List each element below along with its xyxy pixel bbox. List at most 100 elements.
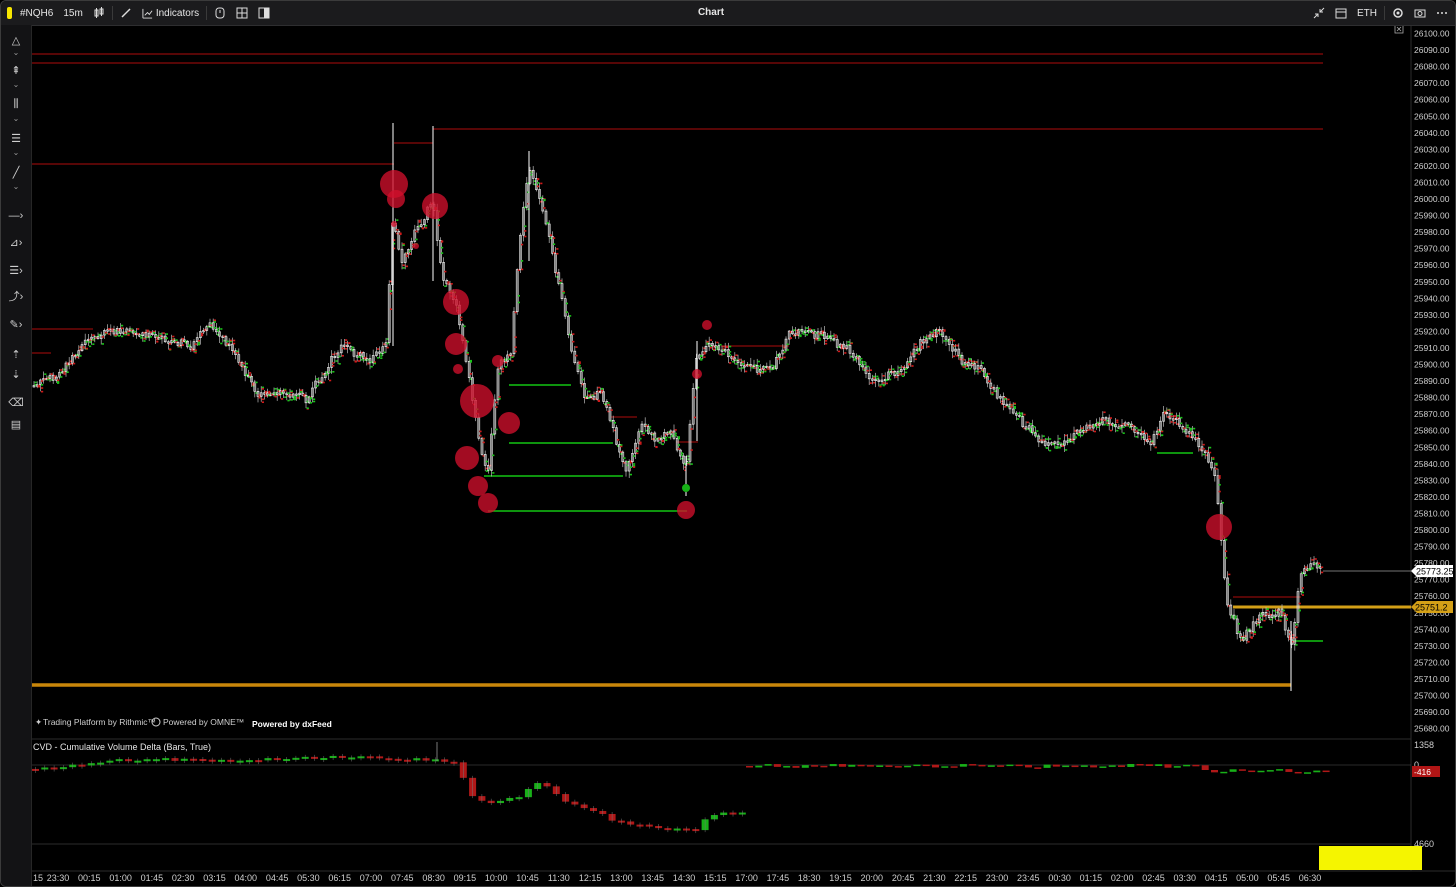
volume-bubble[interactable] (460, 384, 494, 418)
footprint-tick (962, 364, 965, 366)
collapse-icon[interactable] (1308, 1, 1330, 25)
clock-icon[interactable] (209, 1, 231, 25)
volume-bubble[interactable] (443, 289, 469, 315)
session-selector[interactable]: ETH (1352, 1, 1382, 25)
more-icon[interactable] (1431, 1, 1453, 25)
footprint-tick (425, 227, 428, 229)
polygon-icon[interactable]: ⊿› (1, 233, 31, 251)
chart-close-icon[interactable] (1394, 24, 1404, 34)
bars-icon[interactable]: ⫼ (1, 95, 31, 113)
footprint-tick (1093, 425, 1096, 427)
eraser-icon[interactable]: ⌫ (1, 393, 31, 411)
symbol-selector[interactable]: #NQH6 (15, 1, 58, 25)
chart-type-icon[interactable] (88, 1, 110, 25)
volume-bubble[interactable] (498, 412, 520, 434)
footprint-tick (953, 345, 956, 347)
footprint-tick (469, 373, 472, 375)
camera-icon[interactable] (1409, 1, 1431, 25)
footprint-tick (514, 350, 517, 353)
volume-bubble[interactable] (422, 193, 448, 219)
footprint-tick (498, 397, 501, 400)
volume-bubble-green[interactable] (682, 484, 690, 492)
trend-line-icon[interactable]: ╱ (1, 163, 31, 181)
volume-bubble[interactable] (468, 476, 488, 496)
volume-bubble[interactable] (413, 243, 419, 249)
ruler-icon[interactable]: ✎› (1, 315, 31, 333)
footprint-tick (1145, 432, 1148, 435)
footprint-tick (175, 339, 178, 341)
footprint-tick (1004, 398, 1007, 400)
arrange-up-icon[interactable]: ⇡ (1, 345, 31, 363)
footprint-tick (572, 333, 575, 335)
calendar-icon[interactable] (1330, 1, 1352, 25)
chevron-down-icon[interactable]: ⌄ (1, 47, 31, 57)
footprint-tick (274, 395, 277, 398)
indicators-label: Indicators (155, 7, 200, 19)
volume-bubble[interactable] (455, 446, 479, 470)
footprint-tick (1167, 409, 1170, 412)
footprint-tick (812, 329, 815, 331)
price-axis-label: 25870.00 (1414, 409, 1450, 419)
footprint-tick (1218, 475, 1221, 477)
footprint-tick (1282, 612, 1285, 615)
footprint-tick (332, 365, 335, 367)
footprint-tick (1177, 414, 1180, 417)
volume-bubble[interactable] (677, 501, 695, 519)
volume-bubble[interactable] (492, 355, 504, 367)
footprint-tick (943, 330, 946, 332)
settings-gear-icon[interactable] (1387, 1, 1409, 25)
draw-pencil-icon[interactable] (115, 1, 137, 25)
footprint-tick (485, 460, 488, 463)
chevron-down-icon[interactable]: ⌄ (1, 147, 31, 157)
volume-bubble[interactable] (692, 369, 702, 379)
horizontal-lines-icon[interactable]: ☰ (1, 129, 31, 147)
footprint-tick (898, 373, 901, 376)
footprint-tick (1295, 636, 1298, 639)
indicators-button[interactable]: Indicators (137, 1, 204, 25)
footprint-tick (447, 281, 450, 283)
fib-icon[interactable]: ☰› (1, 261, 31, 279)
curve-icon[interactable]: ⤴› (1, 287, 31, 305)
footprint-tick (1234, 615, 1237, 618)
list-icon[interactable]: ▤ (1, 415, 31, 433)
link-color-tag[interactable] (7, 7, 12, 19)
footprint-tick (556, 252, 559, 255)
time-axis-label: 20:45 (892, 873, 915, 883)
footprint-tick (914, 352, 917, 355)
chevron-down-icon[interactable]: ⌄ (1, 113, 31, 123)
interval-selector[interactable]: 15m (58, 1, 87, 25)
volume-bubble[interactable] (702, 320, 712, 330)
footprint-tick (1017, 412, 1020, 415)
chart-canvas[interactable]: 26100.00 26090.00 26080.00 26070.00 26060.00… (1, 1, 1456, 887)
volume-bubble[interactable] (391, 221, 397, 227)
volume-bubble[interactable] (478, 493, 498, 513)
volume-bubble[interactable] (1206, 514, 1232, 540)
footprint-tick (85, 340, 88, 343)
chevron-down-icon[interactable]: ⌄ (1, 181, 31, 191)
templates-icon[interactable] (231, 1, 253, 25)
footprint-tick (1218, 477, 1221, 479)
footprint-tick (1180, 416, 1183, 419)
arrange-down-icon[interactable]: ⇣ (1, 365, 31, 383)
footprint-tick (783, 351, 786, 353)
time-axis-label: 03:15 (203, 873, 226, 883)
price-axis-label: 25880.00 (1414, 393, 1450, 403)
volume-bubble[interactable] (445, 333, 467, 355)
footprint-tick (639, 437, 642, 440)
minus-icon[interactable]: —› (1, 207, 31, 225)
cvd-bar (1145, 764, 1153, 766)
volume-bubble[interactable] (453, 364, 463, 374)
volume-bubble[interactable] (387, 190, 405, 208)
footprint-tick (1141, 431, 1144, 434)
layout-icon[interactable] (253, 1, 275, 25)
footprint-tick (117, 335, 120, 337)
cvd-bar (746, 766, 753, 768)
footprint-tick (297, 394, 300, 397)
chevron-down-icon[interactable]: ⌄ (1, 79, 31, 89)
footprint-tick (873, 381, 876, 384)
footprint-tick (229, 339, 232, 342)
arrow-up-lines-icon[interactable]: ⇞ (1, 61, 31, 79)
footprint-tick (1013, 407, 1016, 410)
footprint-tick (1081, 434, 1084, 437)
footprint-tick (1202, 443, 1205, 446)
